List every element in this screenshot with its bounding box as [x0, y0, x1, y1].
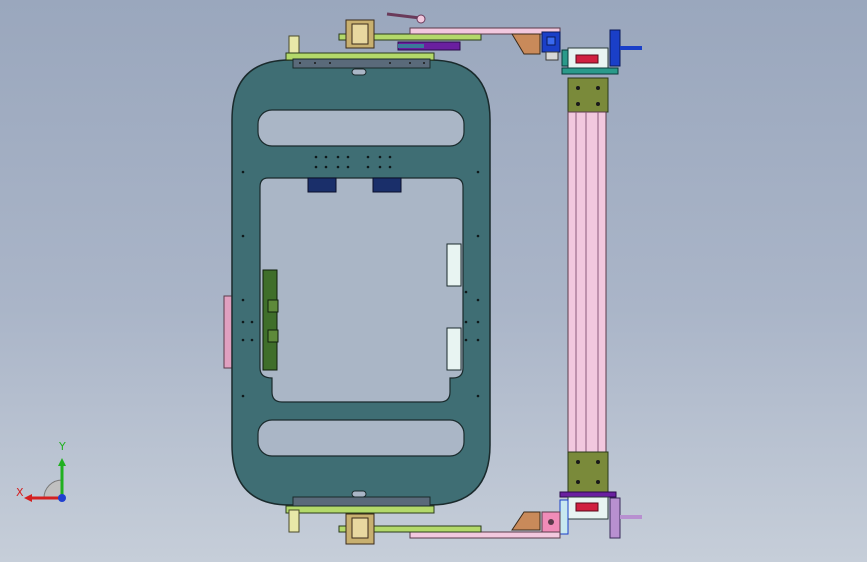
bottom-wedge [511, 511, 541, 531]
top-small-part [561, 49, 569, 67]
bottom-dark-strip [292, 496, 431, 507]
top-pulley-inner [351, 23, 369, 45]
bottom-slot-mini [351, 490, 367, 498]
y-axis-head [58, 458, 66, 466]
right-bottom-mount [567, 451, 609, 493]
bottom-red-slot [575, 502, 599, 512]
top-right-shaft [620, 46, 642, 50]
left-clamp-bar [262, 269, 278, 371]
navy-pad-right [372, 177, 402, 193]
top-lever[interactable] [386, 12, 421, 20]
center-window [259, 177, 464, 403]
cad-viewport[interactable]: X Y [0, 0, 867, 562]
white-pad-upper [446, 243, 462, 287]
bottom-pink-hole [548, 519, 554, 525]
x-axis-head [24, 494, 32, 502]
axis-triad: X Y [10, 440, 80, 510]
left-clamp-tab-2 [267, 329, 279, 343]
main-frame[interactable] [223, 59, 491, 506]
navy-pad-left [307, 177, 337, 193]
bottom-slot [257, 419, 465, 457]
white-pad-lower [446, 327, 462, 371]
bottom-mechanism[interactable] [285, 490, 642, 545]
top-slot-mini [351, 68, 367, 76]
top-arm [409, 27, 561, 35]
bottom-yellow-post [288, 509, 300, 533]
assembly-drawing[interactable] [0, 0, 867, 562]
bottom-purple-bar [559, 491, 617, 498]
right-top-mount [567, 77, 609, 113]
top-slot [257, 109, 465, 147]
bottom-right-bracket [609, 497, 621, 539]
right-column[interactable] [567, 77, 609, 493]
top-cylinder-rod [398, 44, 424, 48]
z-axis-dot [58, 494, 66, 502]
top-blue-block-inner [546, 36, 556, 46]
y-axis-label: Y [59, 440, 66, 453]
bottom-pulley-inner [351, 517, 369, 539]
top-small-cube [545, 51, 559, 61]
top-red-slot [575, 54, 599, 64]
linear-rail [567, 111, 607, 453]
top-right-bracket [609, 29, 621, 67]
bottom-base-plate [285, 505, 435, 514]
bottom-arm [409, 531, 561, 539]
left-clamp-tab-1 [267, 299, 279, 313]
top-mechanism[interactable] [285, 12, 642, 76]
top-wedge [511, 33, 541, 55]
bottom-blue-frame [559, 499, 569, 535]
x-axis-label: X [16, 486, 24, 499]
bottom-right-shaft [620, 515, 642, 519]
top-teal-plate [561, 67, 619, 75]
top-lever-knob[interactable] [416, 14, 426, 24]
triad-graphic [24, 458, 66, 502]
